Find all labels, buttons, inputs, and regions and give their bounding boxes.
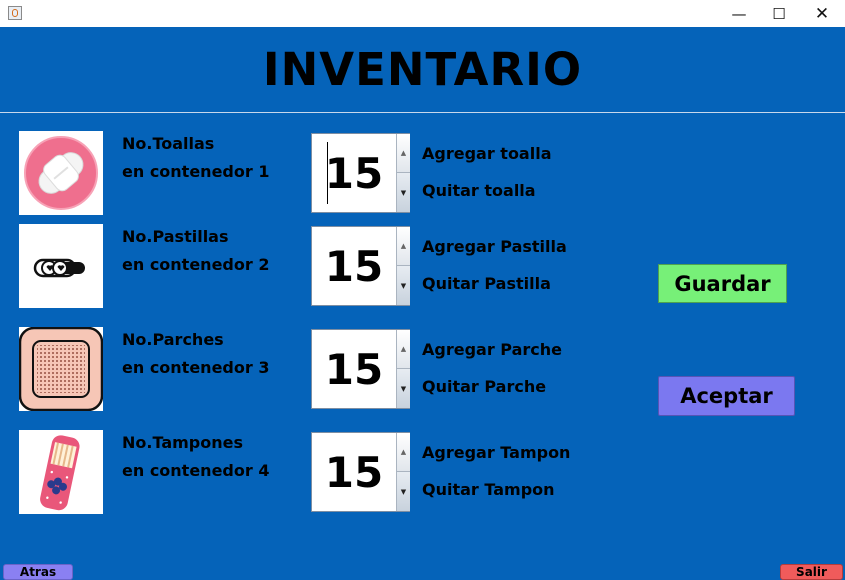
spinner-up-button[interactable]: ▲ bbox=[397, 330, 410, 369]
save-button[interactable]: Guardar bbox=[658, 264, 787, 303]
toallas-count-spinner[interactable]: 15 ▲ ▼ bbox=[311, 133, 410, 213]
row-label-title: No.Parches bbox=[122, 330, 224, 349]
row-label-container: en contenedor 1 bbox=[122, 162, 270, 181]
pastillas-count-spinner[interactable]: 15 ▲ ▼ bbox=[311, 226, 410, 306]
window-titlebar: — ☐ ✕ bbox=[0, 0, 845, 27]
row-label-container: en contenedor 4 bbox=[122, 461, 270, 480]
spinner-up-button[interactable]: ▲ bbox=[397, 134, 410, 173]
header-divider bbox=[0, 112, 845, 113]
add-pastilla-button[interactable]: Agregar Pastilla bbox=[422, 237, 567, 256]
tampones-count-spinner[interactable]: 15 ▲ ▼ bbox=[311, 432, 410, 512]
remove-parche-button[interactable]: Quitar Parche bbox=[422, 377, 546, 396]
back-button[interactable]: Atras bbox=[3, 564, 73, 580]
text-caret bbox=[327, 142, 328, 204]
maximize-button[interactable]: ☐ bbox=[758, 0, 800, 27]
spinner-down-button[interactable]: ▼ bbox=[397, 173, 410, 212]
spinner-buttons: ▲ ▼ bbox=[396, 134, 410, 212]
spinner-buttons: ▲ ▼ bbox=[396, 433, 410, 511]
row-label-container: en contenedor 2 bbox=[122, 255, 270, 274]
spinner-buttons: ▲ ▼ bbox=[396, 227, 410, 305]
tampon-icon bbox=[19, 430, 103, 514]
parches-count-spinner[interactable]: 15 ▲ ▼ bbox=[311, 329, 410, 409]
exit-button[interactable]: Salir bbox=[780, 564, 843, 580]
remove-tampon-button[interactable]: Quitar Tampon bbox=[422, 480, 555, 499]
spinner-up-button[interactable]: ▲ bbox=[397, 227, 410, 266]
page-title: INVENTARIO bbox=[262, 43, 583, 96]
sanitary-pad-icon bbox=[19, 131, 103, 215]
remove-toalla-button[interactable]: Quitar toalla bbox=[422, 181, 536, 200]
close-window-button[interactable]: ✕ bbox=[801, 0, 843, 27]
row-label-container: en contenedor 3 bbox=[122, 358, 270, 377]
accept-button[interactable]: Aceptar bbox=[658, 376, 795, 416]
spinner-down-button[interactable]: ▼ bbox=[397, 472, 410, 511]
pills-icon bbox=[19, 224, 103, 308]
tampones-count-value[interactable]: 15 bbox=[312, 433, 396, 511]
add-toalla-button[interactable]: Agregar toalla bbox=[422, 144, 552, 163]
pastillas-count-value[interactable]: 15 bbox=[312, 227, 396, 305]
parches-count-value[interactable]: 15 bbox=[312, 330, 396, 408]
spinner-buttons: ▲ ▼ bbox=[396, 330, 410, 408]
spinner-up-button[interactable]: ▲ bbox=[397, 433, 410, 472]
patch-icon bbox=[18, 326, 104, 412]
add-parche-button[interactable]: Agregar Parche bbox=[422, 340, 562, 359]
row-label-title: No.Tampones bbox=[122, 433, 243, 452]
spinner-down-button[interactable]: ▼ bbox=[397, 369, 410, 408]
row-label-title: No.Toallas bbox=[122, 134, 215, 153]
row-label-title: No.Pastillas bbox=[122, 227, 229, 246]
toallas-count-value[interactable]: 15 bbox=[312, 134, 396, 212]
remove-pastilla-button[interactable]: Quitar Pastilla bbox=[422, 274, 551, 293]
inventory-row-tampones: No.Tampones en contenedor 4 15 ▲ ▼ Agreg… bbox=[0, 430, 845, 520]
add-tampon-button[interactable]: Agregar Tampon bbox=[422, 443, 570, 462]
java-cup-icon bbox=[8, 6, 22, 20]
minimize-button[interactable]: — bbox=[718, 0, 760, 27]
inventory-row-toallas: No.Toallas en contenedor 1 15 ▲ ▼ Agrega… bbox=[0, 131, 845, 221]
spinner-down-button[interactable]: ▼ bbox=[397, 266, 410, 305]
